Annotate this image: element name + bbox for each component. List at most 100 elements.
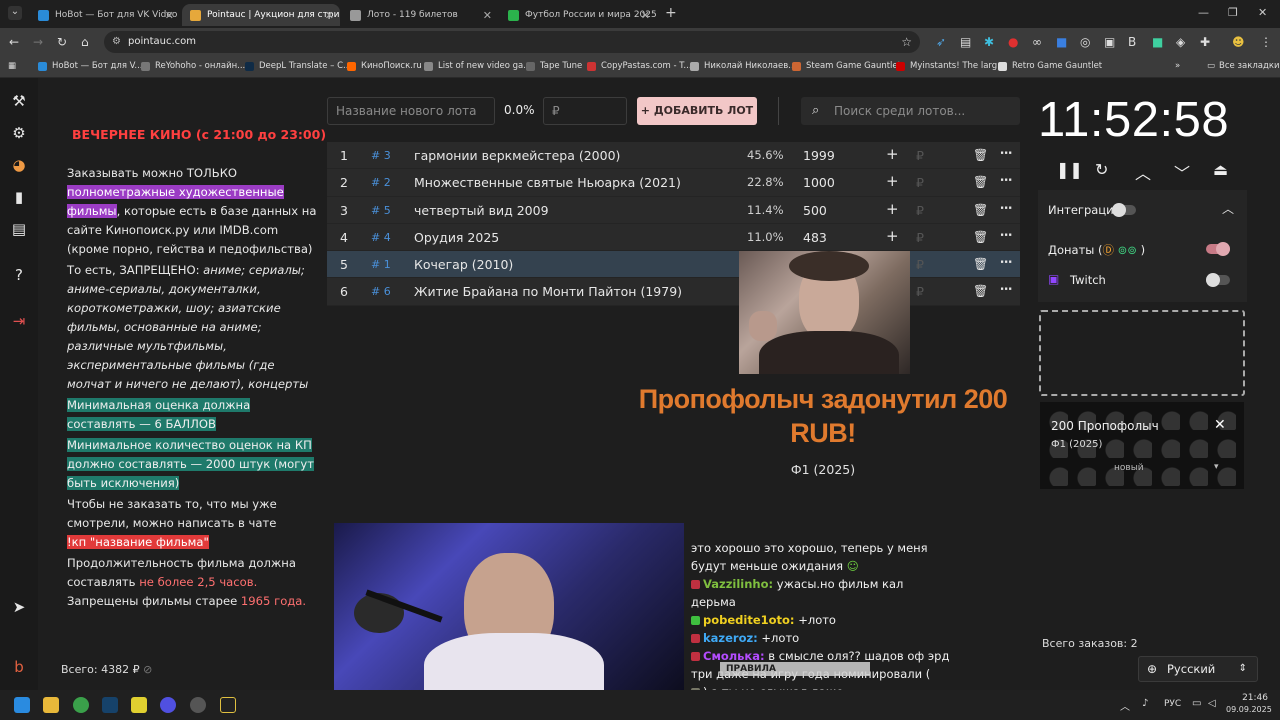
bookmark-item[interactable]: ReYohoho - онлайн... bbox=[141, 61, 245, 71]
tray-chevron-icon[interactable]: ︿ bbox=[1120, 698, 1130, 713]
chevron-down-icon[interactable]: ﹀ bbox=[1174, 160, 1190, 184]
donation-status[interactable]: новый bbox=[1114, 463, 1144, 473]
extension-icon[interactable]: ◎ bbox=[1080, 35, 1090, 49]
new-tab-button[interactable]: + bbox=[665, 5, 677, 21]
bookmark-item[interactable]: Retro Game Gauntlet bbox=[998, 61, 1102, 71]
delete-icon[interactable]: 🗑 bbox=[973, 257, 988, 271]
add-amount-icon[interactable]: + bbox=[886, 172, 899, 190]
bookmark-item[interactable]: Steam Game Gauntlet bbox=[792, 61, 901, 71]
more-options-icon[interactable]: ⋯ bbox=[1000, 200, 1013, 215]
boosty-icon[interactable]: b bbox=[10, 658, 28, 676]
reset-icon[interactable]: ↻ bbox=[1095, 160, 1108, 179]
twitch-toggle[interactable] bbox=[1206, 273, 1230, 287]
minimize-button[interactable]: — bbox=[1198, 6, 1209, 19]
more-options-icon[interactable]: ⋯ bbox=[1000, 254, 1013, 269]
obs-icon[interactable] bbox=[190, 697, 206, 713]
extension-icon[interactable]: ■ bbox=[1056, 35, 1067, 49]
app-icon[interactable] bbox=[131, 697, 147, 713]
home-icon[interactable]: ⌂ bbox=[81, 35, 89, 49]
delete-icon[interactable]: 🗑 bbox=[973, 230, 988, 244]
table-row[interactable]: 1 # 3 гармонии веркмейстера (2000) 45.6% 199… bbox=[327, 142, 1020, 170]
extension-icon[interactable]: ● bbox=[1008, 35, 1018, 49]
table-row[interactable]: 5 # 1 Кочегар (2010) ₽ 🗑 ⋯ bbox=[327, 251, 1020, 279]
all-bookmarks-folder[interactable]: ▭ Все закладки bbox=[1207, 61, 1280, 71]
wheel-icon[interactable]: ◕ bbox=[10, 156, 28, 174]
add-amount-icon[interactable]: + bbox=[886, 145, 899, 163]
language-select[interactable]: ⊕ Русский ⇕ bbox=[1138, 656, 1258, 682]
new-lot-name-input[interactable]: Название нового лота bbox=[327, 97, 495, 125]
mic-icon[interactable]: ♪ bbox=[1142, 698, 1148, 709]
bookmark-item[interactable]: List of new video ga... bbox=[424, 61, 531, 71]
extension-icon[interactable]: ▣ bbox=[1104, 35, 1115, 49]
new-lot-amount-input[interactable]: ₽ bbox=[543, 97, 627, 125]
table-row[interactable]: 6 # 6 Житие Брайана по Монти Пайтон (1979)… bbox=[327, 278, 1020, 306]
stats-chart-icon[interactable]: ▮ bbox=[10, 188, 28, 206]
collapse-up-icon[interactable]: ⏏ bbox=[1213, 160, 1228, 179]
bookmark-item[interactable]: DeepL Translate – C... bbox=[245, 61, 351, 71]
tab-loto[interactable]: Лото - 119 билетов ✕ bbox=[342, 4, 498, 26]
back-icon[interactable]: ← bbox=[9, 35, 19, 49]
close-tab-icon[interactable]: ✕ bbox=[165, 9, 174, 22]
bookmarks-overflow-icon[interactable]: » bbox=[1175, 61, 1180, 71]
apps-grid-icon[interactable]: ▦ bbox=[8, 61, 16, 71]
browser-menu-icon[interactable]: ⋮ bbox=[1260, 35, 1272, 49]
delete-icon[interactable]: 🗑 bbox=[973, 148, 988, 162]
more-options-icon[interactable]: ⋯ bbox=[1000, 145, 1013, 160]
donations-toggle[interactable] bbox=[1206, 242, 1230, 256]
status-dropdown-icon[interactable]: ▾ bbox=[1214, 462, 1219, 472]
input-language[interactable]: РУС bbox=[1164, 699, 1181, 709]
tab-pointauc[interactable]: Pointauc | Аукцион для стрим ✕ bbox=[182, 4, 340, 26]
close-tab-icon[interactable]: ✕ bbox=[641, 9, 650, 22]
chevron-up-icon[interactable]: ︿ bbox=[1135, 160, 1151, 184]
extension-icon[interactable]: ◈ bbox=[1176, 35, 1185, 49]
windows-start-icon[interactable] bbox=[14, 697, 30, 713]
bookmark-item[interactable]: HoBot — Бот для V... bbox=[38, 61, 143, 71]
restore-button[interactable]: ❐ bbox=[1228, 6, 1238, 19]
close-window-button[interactable]: ✕ bbox=[1258, 6, 1267, 19]
settings-gear-icon[interactable]: ⚙ bbox=[10, 124, 28, 142]
help-icon[interactable]: ? bbox=[10, 266, 28, 284]
donation-card[interactable]: 200 Пропофолыч Ф1 (2025) ✕ новый ▾ bbox=[1040, 402, 1244, 489]
extension-icon[interactable]: ∞ bbox=[1032, 35, 1042, 49]
extension-icon[interactable]: ✱ bbox=[984, 35, 994, 49]
extension-icon[interactable]: ▤ bbox=[960, 35, 971, 49]
table-row[interactable]: 3 # 5 четвертый вид 2009 11.4% 500 + ₽ 🗑 ⋯ bbox=[327, 196, 1020, 224]
bookmark-item[interactable]: Myinstants! The larg... bbox=[896, 61, 1005, 71]
app-icon[interactable] bbox=[220, 697, 236, 713]
site-info-icon[interactable]: ⚙ bbox=[112, 31, 121, 53]
chrome-icon[interactable] bbox=[73, 697, 89, 713]
profile-avatar[interactable]: ☻ bbox=[1232, 35, 1245, 49]
add-amount-icon[interactable]: + bbox=[886, 200, 899, 218]
clock-time[interactable]: 21:46 bbox=[1226, 693, 1268, 703]
bookmark-item[interactable]: CopyPastas.com - T... bbox=[587, 61, 692, 71]
tab-search-button[interactable]: ⌄ bbox=[8, 6, 22, 20]
clipboard-icon[interactable]: ▤ bbox=[10, 220, 28, 238]
app-icon[interactable] bbox=[160, 697, 176, 713]
add-lot-button[interactable]: + ДОБАВИТЬ ЛОТ bbox=[637, 97, 757, 125]
pause-icon[interactable]: ❚❚ bbox=[1056, 160, 1083, 179]
reload-icon[interactable]: ↻ bbox=[57, 35, 67, 49]
clock-date[interactable]: 09.09.2025 bbox=[1226, 705, 1272, 714]
more-options-icon[interactable]: ⋯ bbox=[1000, 172, 1013, 187]
collapse-chevron-icon[interactable]: ︿ bbox=[1222, 200, 1234, 217]
table-row[interactable]: 2 # 2 Множественные святые Ньюарка (2021) 2… bbox=[327, 169, 1020, 197]
bookmark-star-icon[interactable]: ☆ bbox=[901, 31, 912, 53]
address-bar[interactable]: ⚙ pointauc.com ☆ bbox=[104, 31, 920, 53]
bookmark-item[interactable]: Tape Tune bbox=[526, 61, 582, 71]
delete-icon[interactable]: 🗑 bbox=[973, 175, 988, 189]
extensions-puzzle-icon[interactable]: ✚ bbox=[1200, 35, 1210, 49]
bookmark-item[interactable]: Николай Николаев... bbox=[690, 61, 796, 71]
extension-icon[interactable]: ■ bbox=[1152, 35, 1163, 49]
delete-icon[interactable]: 🗑 bbox=[973, 203, 988, 217]
add-amount-icon[interactable]: + bbox=[886, 227, 899, 245]
hide-eye-icon[interactable]: ⊘ bbox=[143, 663, 152, 676]
auction-hammer-icon[interactable]: ⚒ bbox=[10, 92, 28, 110]
close-tab-icon[interactable]: ✕ bbox=[483, 9, 492, 22]
more-options-icon[interactable]: ⋯ bbox=[1000, 281, 1013, 296]
extension-icon[interactable]: B bbox=[1128, 35, 1136, 49]
lot-search-input[interactable]: ⌕ Поиск среди лотов... bbox=[801, 97, 1020, 125]
logout-icon[interactable]: ⇥ bbox=[10, 312, 28, 330]
table-row[interactable]: 4 # 4 Орудия 2025 11.0% 483 + ₽ 🗑 ⋯ bbox=[327, 223, 1020, 252]
integrations-toggle[interactable] bbox=[1112, 203, 1136, 217]
close-tab-icon[interactable]: ✕ bbox=[325, 9, 334, 22]
